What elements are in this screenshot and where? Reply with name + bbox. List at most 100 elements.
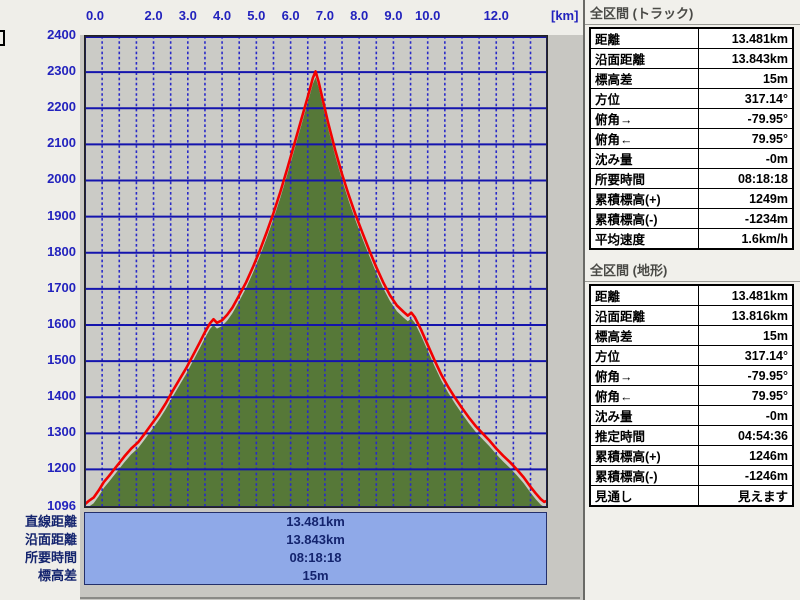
stats-row-value: 08:18:18 [697,168,794,189]
stats-row-value: 13.481km [697,284,794,306]
stats-row-label: 沈み量 [589,405,699,426]
stats-row-value: 317.14° [697,345,794,366]
x-axis-tick-label: 10.0 [415,8,441,23]
stats-row: 累積標高(-) -1234m [589,208,794,229]
stats-section-terrain-title: 全区間 (地形) [585,257,800,282]
y-axis-tick-label: 2100 [47,135,76,151]
stats-row-label: 俯角← [589,128,699,149]
stats-row-label: 俯角→ [589,365,699,386]
stats-row: 方位 317.14° [589,88,794,109]
stats-row: 累積標高(+) 1246m [589,445,794,466]
stats-row: 方位 317.14° [589,345,794,366]
stats-row-label: 距離 [589,284,699,306]
x-axis-unit-label: [km] [551,8,579,23]
stats-row: 俯角→ -79.95° [589,108,794,129]
stats-row-label: 累積標高(-) [589,465,699,486]
stats-row-value: 見えます [697,485,794,507]
stats-row-label: 方位 [589,345,699,366]
stats-row-value: 13.481km [697,27,794,49]
summary-value: 15m [302,568,329,583]
stats-row-value: 13.843km [697,48,794,69]
stats-row-label: 累積標高(+) [589,445,699,466]
stats-row-label: 平均速度 [589,228,699,250]
summary-label: 沿面距離 [24,532,77,547]
x-axis-tick-label: 8.0 [350,8,369,23]
y-axis-tick-label: 2200 [47,99,76,115]
stats-row-label: 標高差 [589,68,699,89]
stats-row-value: -1234m [697,208,794,229]
stats-row: 標高差 15m [589,68,794,89]
summary-value: 13.481km [286,514,345,529]
stats-row: 沈み量 -0m [589,405,794,426]
y-axis-tick-label: 2300 [47,63,76,79]
stats-row-value: 1.6km/h [697,228,794,250]
stats-row-value: 13.816km [697,305,794,326]
stats-panel: 全区間 (トラック) 距離 13.481km 沿面距離 13.843km 標高差 15m 方… [585,0,800,600]
stats-row: 距離 13.481km [589,284,794,306]
x-axis-tick-label: 6.0 [281,8,300,23]
stats-row: 推定時間 04:54:36 [589,425,794,446]
y-axis-tick-label: 1200 [47,460,76,476]
y-axis-tick-label: 1300 [47,424,76,440]
stats-row-value: -79.95° [697,108,794,129]
stats-row-label: 累積標高(+) [589,188,699,209]
stats-section-terrain: 全区間 (地形) 距離 13.481km 沿面距離 13.816km 標高差 15m 方位 3… [585,257,800,507]
stats-row-label: 方位 [589,88,699,109]
x-axis-tick-label: 2.0 [144,8,163,23]
stats-row: 俯角← 79.95° [589,128,794,149]
summary-label: 所要時間 [24,550,77,565]
y-axis-tick-label: 2400 [47,27,76,42]
stats-section-track: 全区間 (トラック) 距離 13.481km 沿面距離 13.843km 標高差 15m 方… [585,0,800,250]
stats-row: 見通し 見えます [589,485,794,507]
stats-row: 平均速度 1.6km/h [589,228,794,250]
stats-row-value: 79.95° [697,385,794,406]
stats-row-value: 1246m [697,445,794,466]
y-axis-tick-label: 1900 [47,207,76,223]
stats-row: 累積標高(+) 1249m [589,188,794,209]
y-axis-tick-label: 1096 [47,498,76,513]
stats-row-label: 距離 [589,27,699,49]
stats-row-label: 俯角← [589,385,699,406]
stats-row-label: 沈み量 [589,148,699,169]
stats-row: 標高差 15m [589,325,794,346]
summary-label: 直線距離 [24,514,77,529]
stats-row-value: 15m [697,68,794,89]
stats-row-label: 俯角→ [589,108,699,129]
x-axis-tick-label: 7.0 [315,8,334,23]
stats-row-value: 15m [697,325,794,346]
summary-value: 13.843km [286,532,345,547]
stats-row-value: 04:54:36 [697,425,794,446]
x-axis-tick-label: 4.0 [213,8,232,23]
stats-row-value: -0m [697,148,794,169]
stats-table-track: 距離 13.481km 沿面距離 13.843km 標高差 15m 方位 317.14° 俯角→… [589,27,794,250]
y-axis-tick-label: 1500 [47,352,76,368]
summary-value: 08:18:18 [289,550,342,565]
stats-row-value: 79.95° [697,128,794,149]
stats-row: 俯角← 79.95° [589,385,794,406]
stats-table-terrain: 距離 13.481km 沿面距離 13.816km 標高差 15m 方位 317.14° 俯角→… [589,284,794,507]
x-axis-tick-label: 12.0 [483,8,509,23]
x-axis-tick-label: 9.0 [384,8,403,23]
track-summary-box: 13.481km 13.843km 08:18:18 15m [84,512,547,585]
stats-row-label: 累積標高(-) [589,208,699,229]
stats-row: 俯角→ -79.95° [589,365,794,386]
y-axis-tick-label: 1800 [47,243,76,259]
stats-row: 距離 13.481km [589,27,794,49]
x-axis-tick-label: 0.0 [85,8,105,23]
stats-row-label: 見通し [589,485,699,507]
stats-row-label: 所要時間 [589,168,699,189]
stats-row-value: 317.14° [697,88,794,109]
y-axis-tick-label: 2000 [47,171,76,187]
stats-row-label: 推定時間 [589,425,699,446]
stats-row: 沈み量 -0m [589,148,794,169]
stats-row-value: -79.95° [697,365,794,386]
summary-label: 標高差 [37,568,77,583]
stats-row-label: 沿面距離 [589,48,699,69]
stats-row: 所要時間 08:18:18 [589,168,794,189]
elevation-profile-chart[interactable] [84,35,548,508]
stats-row-label: 沿面距離 [589,305,699,326]
stats-row: 沿面距離 13.843km [589,48,794,69]
stats-row-value: -0m [697,405,794,426]
stats-section-track-title: 全区間 (トラック) [585,0,800,25]
stats-row: 累積標高(-) -1246m [589,465,794,486]
